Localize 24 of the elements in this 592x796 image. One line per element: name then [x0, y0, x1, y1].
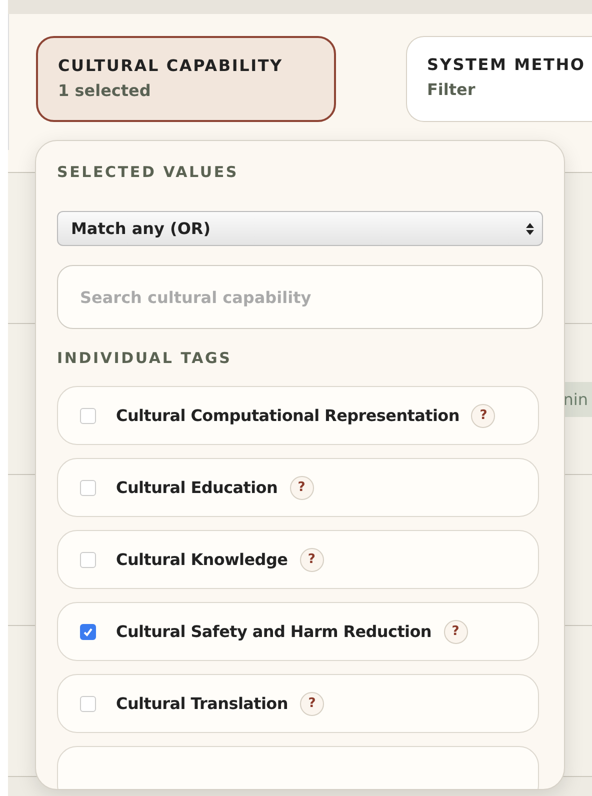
help-badge[interactable]: ? — [471, 404, 496, 428]
checkbox[interactable] — [80, 552, 96, 568]
search-field[interactable]: Search cultural capability — [57, 265, 543, 329]
tag-option[interactable] — [57, 746, 539, 789]
help-badge[interactable]: ? — [290, 476, 314, 500]
tag-option[interactable]: Cultural Computational Representation ? — [57, 386, 539, 445]
tag-option[interactable]: Cultural Translation ? — [57, 674, 539, 733]
checkmark-icon — [82, 626, 94, 638]
checkbox[interactable] — [80, 624, 96, 640]
help-badge[interactable]: ? — [300, 548, 324, 572]
checkbox[interactable] — [80, 408, 96, 424]
filter-button[interactable]: SYSTEM METHO Filter — [406, 36, 592, 122]
help-badge[interactable]: ? — [300, 692, 324, 716]
tag-option[interactable]: Cultural Education ? — [57, 458, 539, 517]
section-heading: INDIVIDUAL TAGS — [57, 349, 233, 367]
tag-option[interactable]: Cultural Safety and Harm Reduction ? — [57, 602, 539, 661]
section-heading: SELECTED VALUES — [57, 163, 240, 181]
help-badge[interactable]: ? — [444, 620, 468, 644]
filter-button[interactable]: CULTURAL CAPABILITY 1 selected — [36, 36, 336, 122]
checkbox[interactable] — [80, 480, 96, 496]
checkbox[interactable] — [80, 696, 96, 712]
match-mode-select[interactable]: Match any (OR) — [57, 211, 543, 246]
tag-option[interactable]: Cultural Knowledge ? — [57, 530, 539, 589]
up-down-caret-icon — [526, 222, 534, 234]
